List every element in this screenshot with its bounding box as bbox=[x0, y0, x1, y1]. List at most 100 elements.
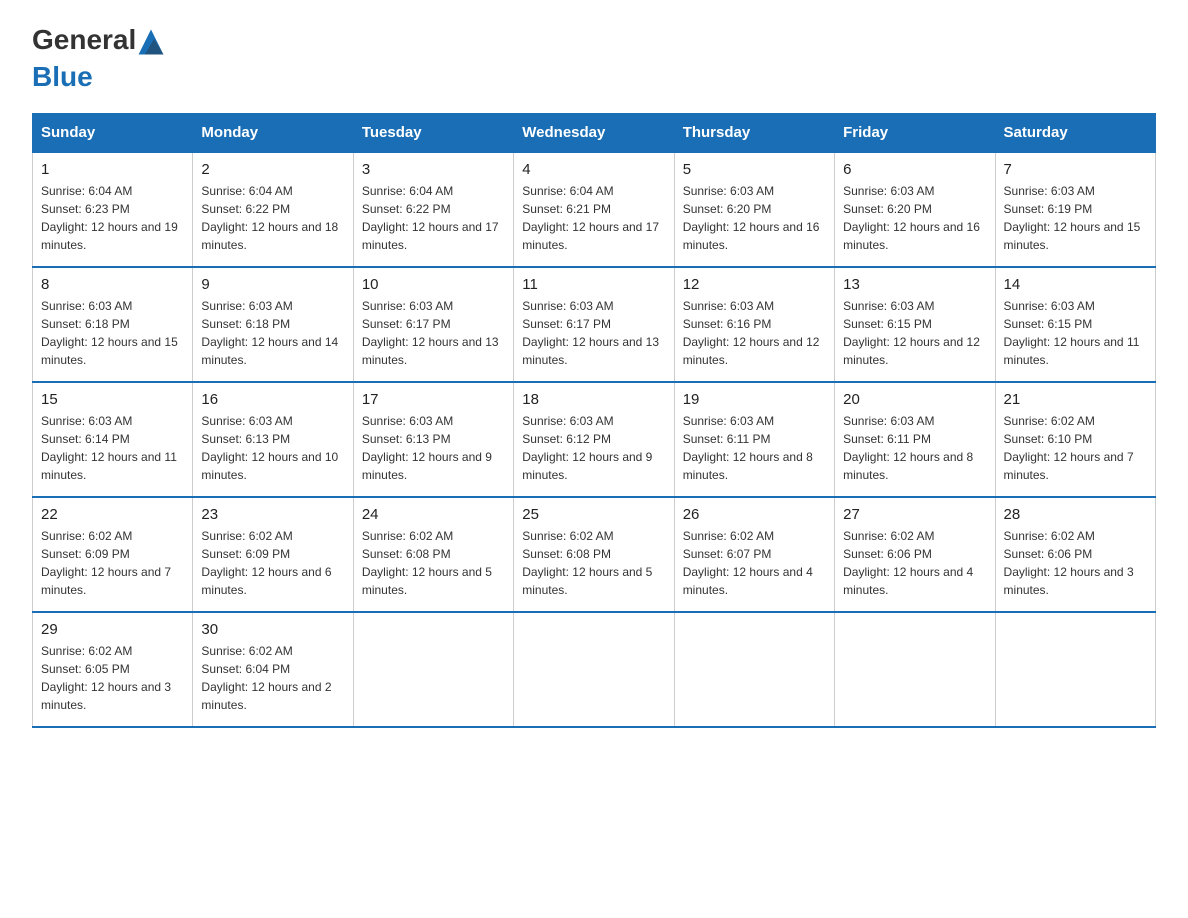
day-info: Sunrise: 6:02 AMSunset: 6:08 PMDaylight:… bbox=[522, 527, 665, 599]
day-info: Sunrise: 6:04 AMSunset: 6:23 PMDaylight:… bbox=[41, 182, 184, 254]
day-number: 2 bbox=[201, 161, 344, 178]
day-number: 14 bbox=[1004, 276, 1147, 293]
calendar-cell: 24Sunrise: 6:02 AMSunset: 6:08 PMDayligh… bbox=[353, 497, 513, 612]
day-number: 19 bbox=[683, 391, 826, 408]
day-number: 20 bbox=[843, 391, 986, 408]
calendar-cell: 13Sunrise: 6:03 AMSunset: 6:15 PMDayligh… bbox=[835, 267, 995, 382]
calendar-cell: 11 Sunrise: 6:03 AMSunset: 6:17 PMDayligh… bbox=[514, 267, 674, 382]
day-info: Sunrise: 6:02 AMSunset: 6:09 PMDaylight:… bbox=[41, 527, 184, 599]
calendar-cell: 1Sunrise: 6:04 AMSunset: 6:23 PMDaylight… bbox=[33, 152, 193, 267]
calendar-cell: 21Sunrise: 6:02 AMSunset: 6:10 PMDayligh… bbox=[995, 382, 1155, 497]
calendar-cell: 25Sunrise: 6:02 AMSunset: 6:08 PMDayligh… bbox=[514, 497, 674, 612]
calendar-cell: 14 Sunrise: 6:03 AMSunset: 6:15 PMDayligh… bbox=[995, 267, 1155, 382]
day-number: 11 bbox=[522, 276, 665, 293]
logo-icon bbox=[137, 28, 165, 61]
day-number: 26 bbox=[683, 506, 826, 523]
calendar-cell: 29 Sunrise: 6:02 AMSunset: 6:05 PMDayligh… bbox=[33, 612, 193, 727]
weekday-header-tuesday: Tuesday bbox=[353, 114, 513, 153]
weekday-header-sunday: Sunday bbox=[33, 114, 193, 153]
day-number: 5 bbox=[683, 161, 826, 178]
calendar-cell: 2 Sunrise: 6:04 AMSunset: 6:22 PMDaylight… bbox=[193, 152, 353, 267]
calendar-cell: 9 Sunrise: 6:03 AMSunset: 6:18 PMDaylight… bbox=[193, 267, 353, 382]
day-info: Sunrise: 6:03 AMSunset: 6:17 PMDaylight:… bbox=[362, 297, 505, 369]
day-info: Sunrise: 6:03 AMSunset: 6:13 PMDaylight:… bbox=[362, 412, 505, 484]
day-info: Sunrise: 6:02 AMSunset: 6:09 PMDaylight:… bbox=[201, 527, 344, 599]
calendar-week-row: 8 Sunrise: 6:03 AMSunset: 6:18 PMDaylight… bbox=[33, 267, 1156, 382]
logo-text-blue: Blue bbox=[32, 61, 93, 92]
day-number: 15 bbox=[41, 391, 184, 408]
day-number: 10 bbox=[362, 276, 505, 293]
calendar-cell: 12 Sunrise: 6:03 AMSunset: 6:16 PMDayligh… bbox=[674, 267, 834, 382]
calendar-cell: 28 Sunrise: 6:02 AMSunset: 6:06 PMDayligh… bbox=[995, 497, 1155, 612]
day-info: Sunrise: 6:02 AMSunset: 6:06 PMDaylight:… bbox=[843, 527, 986, 599]
day-number: 27 bbox=[843, 506, 986, 523]
calendar-cell: 18 Sunrise: 6:03 AMSunset: 6:12 PMDayligh… bbox=[514, 382, 674, 497]
day-info: Sunrise: 6:02 AMSunset: 6:10 PMDaylight:… bbox=[1004, 412, 1147, 484]
calendar-cell: 23 Sunrise: 6:02 AMSunset: 6:09 PMDayligh… bbox=[193, 497, 353, 612]
day-info: Sunrise: 6:04 AMSunset: 6:21 PMDaylight:… bbox=[522, 182, 665, 254]
calendar-cell bbox=[353, 612, 513, 727]
calendar-cell: 16 Sunrise: 6:03 AMSunset: 6:13 PMDayligh… bbox=[193, 382, 353, 497]
day-number: 16 bbox=[201, 391, 344, 408]
day-info: Sunrise: 6:02 AMSunset: 6:08 PMDaylight:… bbox=[362, 527, 505, 599]
day-info: Sunrise: 6:03 AMSunset: 6:19 PMDaylight:… bbox=[1004, 182, 1147, 254]
day-info: Sunrise: 6:03 AMSunset: 6:14 PMDaylight:… bbox=[41, 412, 184, 484]
day-info: Sunrise: 6:03 AMSunset: 6:13 PMDaylight:… bbox=[201, 412, 344, 484]
day-info: Sunrise: 6:02 AMSunset: 6:07 PMDaylight:… bbox=[683, 527, 826, 599]
calendar-week-row: 29 Sunrise: 6:02 AMSunset: 6:05 PMDayligh… bbox=[33, 612, 1156, 727]
day-info: Sunrise: 6:03 AMSunset: 6:11 PMDaylight:… bbox=[683, 412, 826, 484]
calendar-cell bbox=[835, 612, 995, 727]
day-info: Sunrise: 6:03 AMSunset: 6:20 PMDaylight:… bbox=[843, 182, 986, 254]
calendar-cell: 7Sunrise: 6:03 AMSunset: 6:19 PMDaylight… bbox=[995, 152, 1155, 267]
day-info: Sunrise: 6:02 AMSunset: 6:06 PMDaylight:… bbox=[1004, 527, 1147, 599]
calendar-body: 1Sunrise: 6:04 AMSunset: 6:23 PMDaylight… bbox=[33, 152, 1156, 727]
calendar-week-row: 1Sunrise: 6:04 AMSunset: 6:23 PMDaylight… bbox=[33, 152, 1156, 267]
day-info: Sunrise: 6:03 AMSunset: 6:16 PMDaylight:… bbox=[683, 297, 826, 369]
day-number: 17 bbox=[362, 391, 505, 408]
calendar-cell: 8Sunrise: 6:03 AMSunset: 6:18 PMDaylight… bbox=[33, 267, 193, 382]
weekday-header-monday: Monday bbox=[193, 114, 353, 153]
calendar-cell: 15 Sunrise: 6:03 AMSunset: 6:14 PMDayligh… bbox=[33, 382, 193, 497]
calendar-cell bbox=[514, 612, 674, 727]
day-info: Sunrise: 6:03 AMSunset: 6:12 PMDaylight:… bbox=[522, 412, 665, 484]
day-info: Sunrise: 6:03 AMSunset: 6:20 PMDaylight:… bbox=[683, 182, 826, 254]
day-info: Sunrise: 6:04 AMSunset: 6:22 PMDaylight:… bbox=[201, 182, 344, 254]
calendar-cell bbox=[995, 612, 1155, 727]
day-number: 23 bbox=[201, 506, 344, 523]
calendar-cell bbox=[674, 612, 834, 727]
day-info: Sunrise: 6:03 AMSunset: 6:15 PMDaylight:… bbox=[1004, 297, 1147, 369]
day-number: 13 bbox=[843, 276, 986, 293]
calendar-cell: 10 Sunrise: 6:03 AMSunset: 6:17 PMDayligh… bbox=[353, 267, 513, 382]
calendar-cell: 19 Sunrise: 6:03 AMSunset: 6:11 PMDayligh… bbox=[674, 382, 834, 497]
day-info: Sunrise: 6:03 AMSunset: 6:17 PMDaylight:… bbox=[522, 297, 665, 369]
day-info: Sunrise: 6:04 AMSunset: 6:22 PMDaylight:… bbox=[362, 182, 505, 254]
day-number: 28 bbox=[1004, 506, 1147, 523]
day-number: 8 bbox=[41, 276, 184, 293]
calendar-cell: 30Sunrise: 6:02 AMSunset: 6:04 PMDayligh… bbox=[193, 612, 353, 727]
logo: General Blue bbox=[32, 24, 165, 93]
day-info: Sunrise: 6:03 AMSunset: 6:18 PMDaylight:… bbox=[201, 297, 344, 369]
day-number: 29 bbox=[41, 621, 184, 638]
calendar-cell: 5 Sunrise: 6:03 AMSunset: 6:20 PMDaylight… bbox=[674, 152, 834, 267]
calendar-cell: 27 Sunrise: 6:02 AMSunset: 6:06 PMDayligh… bbox=[835, 497, 995, 612]
day-number: 18 bbox=[522, 391, 665, 408]
day-number: 9 bbox=[201, 276, 344, 293]
calendar-table: SundayMondayTuesdayWednesdayThursdayFrid… bbox=[32, 113, 1156, 728]
weekday-header-row: SundayMondayTuesdayWednesdayThursdayFrid… bbox=[33, 114, 1156, 153]
page-header: General Blue bbox=[32, 24, 1156, 93]
calendar-header: SundayMondayTuesdayWednesdayThursdayFrid… bbox=[33, 114, 1156, 153]
weekday-header-saturday: Saturday bbox=[995, 114, 1155, 153]
calendar-cell: 20 Sunrise: 6:03 AMSunset: 6:11 PMDayligh… bbox=[835, 382, 995, 497]
day-number: 30 bbox=[201, 621, 344, 638]
day-info: Sunrise: 6:02 AMSunset: 6:05 PMDaylight:… bbox=[41, 642, 184, 714]
day-info: Sunrise: 6:03 AMSunset: 6:11 PMDaylight:… bbox=[843, 412, 986, 484]
calendar-cell: 17 Sunrise: 6:03 AMSunset: 6:13 PMDayligh… bbox=[353, 382, 513, 497]
day-number: 12 bbox=[683, 276, 826, 293]
day-number: 3 bbox=[362, 161, 505, 178]
calendar-week-row: 22Sunrise: 6:02 AMSunset: 6:09 PMDayligh… bbox=[33, 497, 1156, 612]
calendar-cell: 22Sunrise: 6:02 AMSunset: 6:09 PMDayligh… bbox=[33, 497, 193, 612]
weekday-header-wednesday: Wednesday bbox=[514, 114, 674, 153]
calendar-cell: 6Sunrise: 6:03 AMSunset: 6:20 PMDaylight… bbox=[835, 152, 995, 267]
calendar-cell: 26 Sunrise: 6:02 AMSunset: 6:07 PMDayligh… bbox=[674, 497, 834, 612]
weekday-header-thursday: Thursday bbox=[674, 114, 834, 153]
